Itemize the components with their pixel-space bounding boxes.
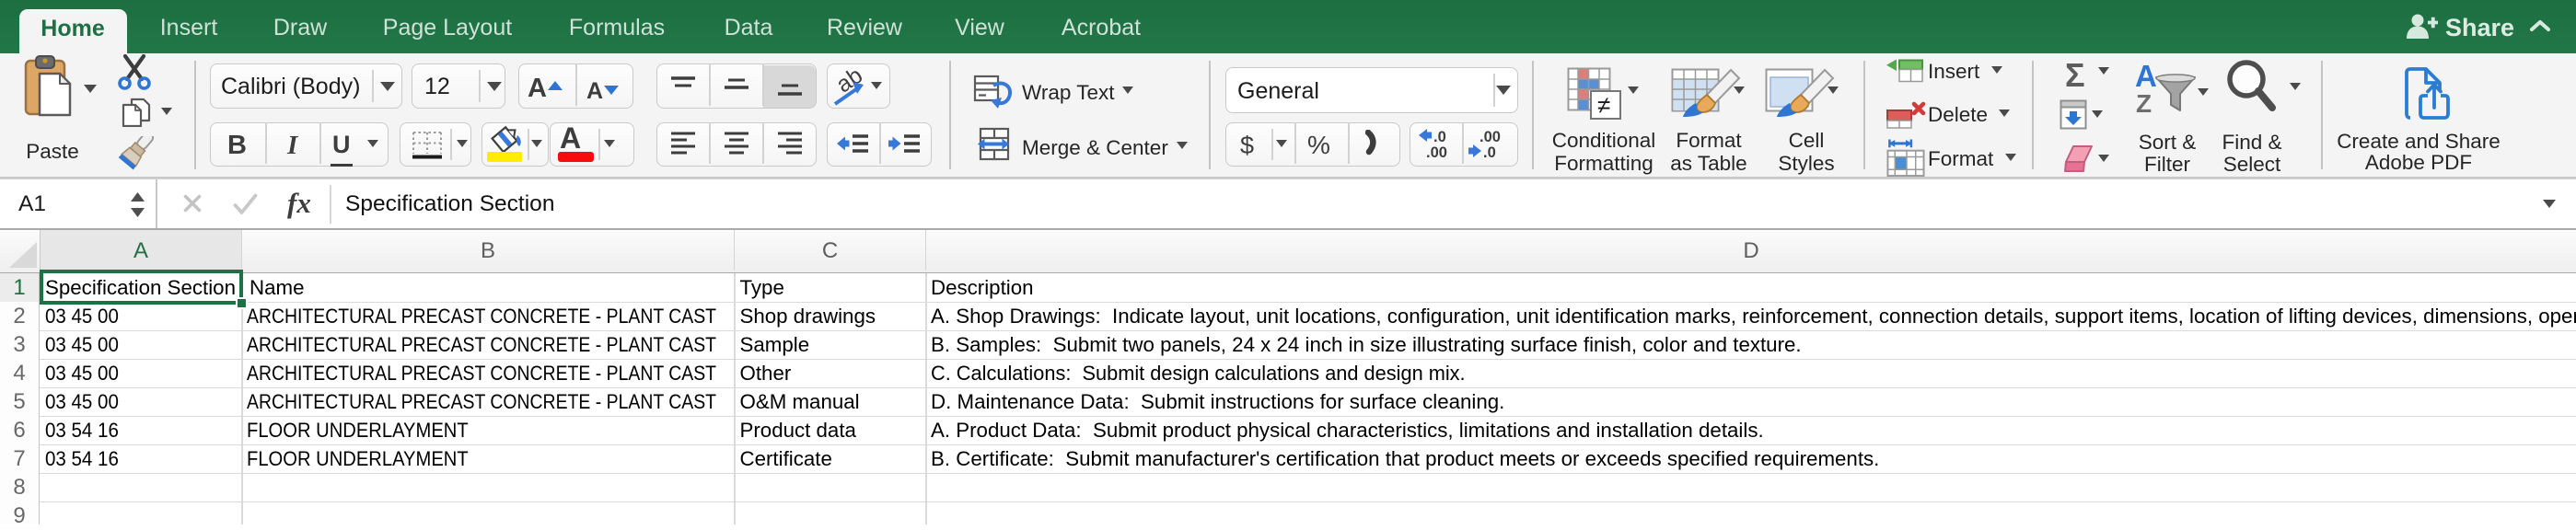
svg-text:.0: .0 (1433, 129, 1446, 145)
svg-text:.0: .0 (1483, 144, 1496, 161)
svg-text:.00: .00 (1479, 129, 1501, 145)
svg-text:≠: ≠ (1597, 91, 1610, 119)
svg-text:.00: .00 (1426, 144, 1447, 161)
